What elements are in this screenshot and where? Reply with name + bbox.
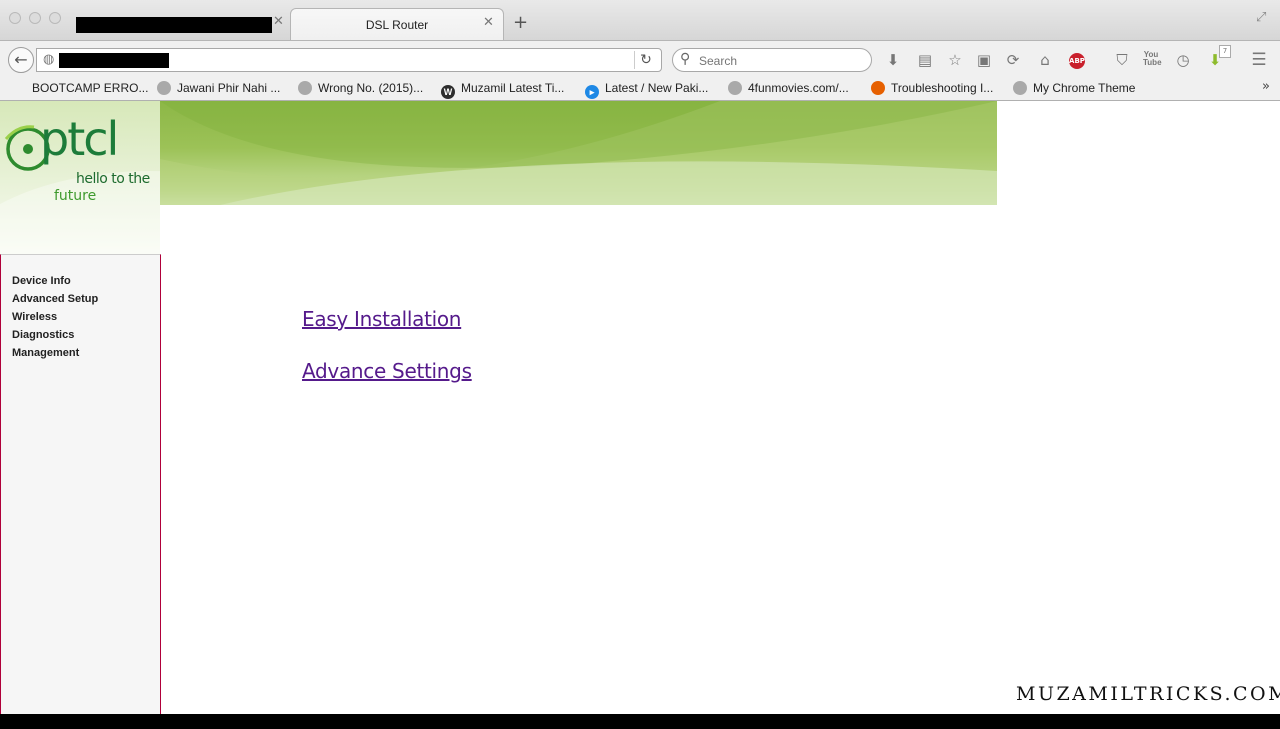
window-zoom-button[interactable] (49, 12, 61, 24)
bookmark-item[interactable]: Troubleshooting I... (871, 78, 993, 100)
new-tab-button[interactable]: + (513, 13, 528, 33)
bookmark-label: Jawani Phir Nahi ... (177, 81, 281, 95)
back-arrow-icon: ← (14, 50, 28, 69)
navigation-bar: ← ◍ ↻ ⚲ ⬇ ▤ ☆ ▣ ⟳ ⌂ ABP ⛉ You Tube ◷ ⬇ 7… (0, 40, 1280, 78)
bookmarks-bar: BOOTCAMP ERRO... Jawani Phir Nahi ... Wr… (0, 78, 1280, 101)
redacted-url (59, 53, 169, 68)
bookmark-item[interactable]: W Muzamil Latest Ti... (441, 78, 564, 100)
bookmark-label: Latest / New Paki... (605, 81, 709, 95)
clipboard-icon[interactable]: ▣ (974, 50, 994, 70)
bookmark-label: BOOTCAMP ERRO... (32, 81, 149, 95)
firefox-icon (871, 81, 885, 95)
sync-icon[interactable]: ⟳ (1003, 50, 1023, 70)
globe-icon: ◍ (43, 52, 55, 67)
history-icon[interactable]: ◷ (1173, 50, 1193, 70)
bookmark-label: 4funmovies.com/... (748, 81, 849, 95)
router-page: ptcl hello to the future Device Info Adv… (0, 101, 1280, 714)
globe-icon (1013, 81, 1027, 95)
menu-item-management[interactable]: Management (12, 344, 98, 362)
banner-curves-graphic (160, 101, 997, 205)
ptcl-logo: ptcl hello to the future (0, 101, 160, 254)
logo-brand-text: ptcl (40, 112, 119, 166)
menu-item-advanced-setup[interactable]: Advanced Setup (12, 290, 98, 308)
back-button[interactable]: ← (8, 47, 34, 73)
shield-icon[interactable]: ⛉ (1112, 50, 1132, 70)
menu-icon[interactable]: ☰ (1249, 50, 1269, 70)
search-box[interactable]: ⚲ (672, 48, 872, 72)
download-arrow-icon[interactable]: ⬇ (883, 50, 903, 70)
bookmark-item[interactable]: 4funmovies.com/... (728, 78, 849, 100)
tab-title: DSL Router (365, 18, 429, 32)
bookmark-label: Wrong No. (2015)... (318, 81, 424, 95)
apple-icon (14, 81, 26, 95)
bookmark-item[interactable]: My Chrome Theme (1013, 78, 1135, 100)
youtube-icon[interactable]: You Tube (1143, 51, 1162, 67)
fullscreen-icon[interactable]: ⤢ (1256, 10, 1266, 25)
bookmark-label: My Chrome Theme (1033, 81, 1136, 95)
bookmark-label: Troubleshooting I... (891, 81, 994, 95)
globe-icon (728, 81, 742, 95)
search-icon: ⚲ (680, 51, 691, 67)
play-icon: ▸ (585, 85, 599, 99)
watermark-text: MUZAMILTRICKS.COM (1016, 683, 1280, 705)
folder-icon[interactable]: ▤ (915, 50, 935, 70)
header-banner (160, 101, 997, 205)
tab-close-icon[interactable]: ✕ (273, 14, 284, 30)
reload-button[interactable]: ↻ (634, 51, 657, 69)
menu-item-device-info[interactable]: Device Info (12, 272, 98, 290)
advance-settings-link[interactable]: Advance Settings (302, 359, 472, 383)
globe-icon (298, 81, 312, 95)
tab-strip: ✕ DSL Router ✕ + ⤢ (0, 0, 1280, 40)
bookmark-item[interactable]: Wrong No. (2015)... (298, 78, 423, 100)
tab-close-icon[interactable]: ✕ (483, 15, 494, 31)
adblock-icon[interactable]: ABP (1069, 53, 1085, 69)
star-icon[interactable]: ☆ (945, 50, 965, 70)
router-sidebar: Device Info Advanced Setup Wireless Diag… (0, 254, 161, 714)
logo-tagline: future (54, 188, 97, 204)
logo-tagline: hello to the (76, 171, 150, 187)
tab-redacted[interactable]: ✕ (70, 8, 288, 40)
tab-dsl-router[interactable]: DSL Router ✕ (290, 8, 504, 40)
easy-installation-link[interactable]: Easy Installation (302, 307, 461, 331)
menu-item-wireless[interactable]: Wireless (12, 308, 98, 326)
window-close-button[interactable] (9, 12, 21, 24)
bookmark-item[interactable]: ▸ Latest / New Paki... (585, 78, 708, 100)
window-minimize-button[interactable] (29, 12, 41, 24)
menu-item-diagnostics[interactable]: Diagnostics (12, 326, 98, 344)
bookmark-item[interactable]: BOOTCAMP ERRO... (14, 78, 148, 100)
router-menu: Device Info Advanced Setup Wireless Diag… (12, 272, 98, 362)
address-bar[interactable]: ◍ ↻ (36, 48, 662, 72)
browser-window: ✕ DSL Router ✕ + ⤢ ← ◍ ↻ ⚲ ⬇ ▤ ☆ ▣ ⟳ ⌂ A… (0, 0, 1280, 714)
home-icon[interactable]: ⌂ (1035, 50, 1055, 70)
bookmark-label: Muzamil Latest Ti... (461, 81, 565, 95)
wordpress-icon: W (441, 85, 455, 99)
globe-icon (157, 81, 171, 95)
redacted-tab-title (76, 17, 272, 33)
search-input[interactable] (697, 52, 861, 70)
bookmark-item[interactable]: Jawani Phir Nahi ... (157, 78, 280, 100)
more-bookmarks-chevron-icon[interactable]: » (1262, 79, 1270, 94)
download-count-badge: 7 (1219, 45, 1231, 58)
